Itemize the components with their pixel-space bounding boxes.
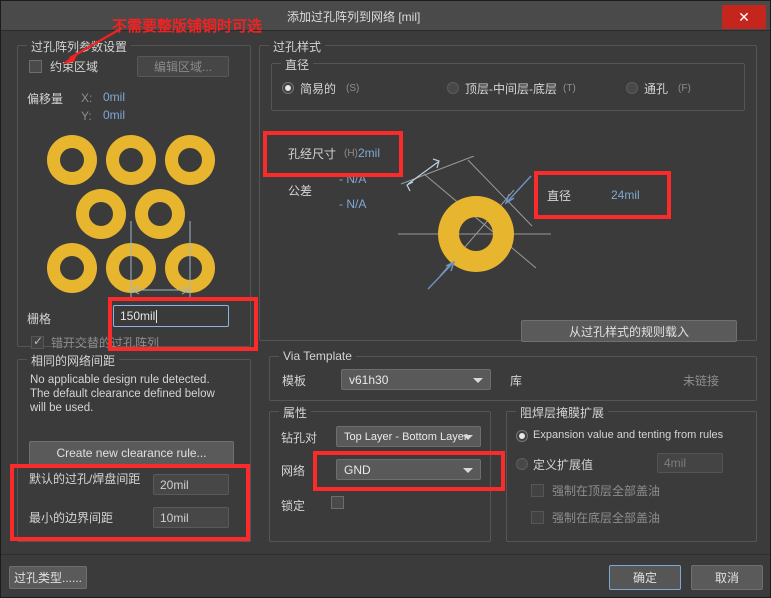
default-via-pad-clearance-label: 默认的过孔/焊盘间距 xyxy=(29,472,141,486)
window-title: 添加过孔阵列到网络 [mil] xyxy=(287,10,421,24)
template-select[interactable]: v61h30 xyxy=(341,369,491,390)
offset-x-value[interactable]: 0mil xyxy=(103,90,125,104)
title-bar: 添加过孔阵列到网络 [mil] ✕ xyxy=(1,1,770,31)
offset-label: 偏移量 xyxy=(27,92,64,106)
min-border-clearance-label: 最小的边界间距 xyxy=(29,511,114,525)
force-top-tenting-label: 强制在顶层全部盖油 xyxy=(552,484,661,498)
diameter-value[interactable]: 24mil xyxy=(611,188,640,202)
constraint-area-checkbox[interactable] xyxy=(29,60,42,73)
net-select-value: GND xyxy=(344,462,371,477)
template-select-value: v61h30 xyxy=(349,372,389,387)
offset-x-label: X: xyxy=(81,91,93,105)
hole-size-label: 孔经尺寸 xyxy=(288,147,337,161)
stagger-label: 错开交替的过孔阵列 xyxy=(51,336,160,350)
template-label: 模板 xyxy=(282,374,307,388)
load-from-via-rules-button[interactable]: 从过孔样式的规则载入 xyxy=(521,320,737,342)
net-label: 网络 xyxy=(281,464,306,478)
constraint-area-label: 约束区域 xyxy=(50,60,99,74)
diameter-mode-title: 直径 xyxy=(281,56,314,73)
drill-pair-select-value: Top Layer - Bottom Layer xyxy=(344,430,468,443)
radio-top-mid-bottom-accel: (T) xyxy=(563,83,576,94)
via-array-params-title: 过孔阵列参数设置 xyxy=(27,38,132,55)
radio-through-hole-accel: (F) xyxy=(678,83,691,94)
solder-mask-title: 阻焊层掩膜扩展 xyxy=(516,404,609,421)
net-select[interactable]: GND xyxy=(336,459,481,480)
radio-top-mid-bottom-label: 顶层-中间层-底层 xyxy=(465,82,557,96)
offset-y-label: Y: xyxy=(81,109,92,123)
grid-input-value: 150mil xyxy=(120,309,156,323)
force-bottom-tenting-checkbox[interactable] xyxy=(531,511,544,524)
custom-expansion-input[interactable]: 4mil xyxy=(657,453,723,473)
grid-input[interactable]: 150mil xyxy=(113,305,229,327)
radio-through-hole[interactable] xyxy=(626,82,638,94)
via-style-title: 过孔样式 xyxy=(269,38,326,55)
via-types-button[interactable]: 过孔类型...... xyxy=(9,566,87,589)
stagger-checkbox[interactable] xyxy=(31,334,44,349)
close-icon[interactable]: ✕ xyxy=(722,5,766,29)
properties-title: 属性 xyxy=(279,404,312,421)
via-template-title: Via Template xyxy=(279,349,356,363)
same-net-clearance-title: 相同的网络间距 xyxy=(27,352,120,369)
tolerance-minus-value[interactable]: - N/A xyxy=(339,197,366,211)
library-value: 未链接 xyxy=(683,374,720,388)
chevron-down-icon xyxy=(463,434,473,440)
default-via-pad-clearance-value[interactable]: 20mil xyxy=(153,474,229,495)
diameter-label: 直径 xyxy=(547,189,572,203)
chevron-down-icon xyxy=(473,377,483,383)
footer-divider xyxy=(1,554,770,555)
force-bottom-tenting-label: 强制在底层全部盖油 xyxy=(552,511,661,525)
locked-checkbox[interactable] xyxy=(331,496,344,509)
cancel-button[interactable]: 取消 xyxy=(691,565,763,590)
radio-custom-expansion[interactable] xyxy=(516,458,528,470)
radio-simple-label: 简易的 xyxy=(300,82,337,96)
locked-label: 锁定 xyxy=(281,499,306,513)
edit-area-button[interactable]: 编辑区域... xyxy=(137,56,229,77)
grid-label: 栅格 xyxy=(27,312,52,326)
force-top-tenting-checkbox[interactable] xyxy=(531,484,544,497)
radio-expansion-from-rules[interactable] xyxy=(516,430,528,442)
clearance-message-line2: The default clearance defined below xyxy=(30,388,215,400)
hole-size-value[interactable]: 2mil xyxy=(358,146,380,160)
radio-custom-expansion-label: 定义扩展值 xyxy=(533,458,594,472)
drill-pair-label: 钻孔对 xyxy=(281,431,318,445)
ok-button[interactable]: 确定 xyxy=(609,565,681,590)
radio-top-mid-bottom[interactable] xyxy=(447,82,459,94)
radio-expansion-from-rules-label: Expansion value and tenting from rules xyxy=(533,429,724,441)
create-clearance-rule-button[interactable]: Create new clearance rule... xyxy=(29,441,234,465)
radio-simple-accel: (S) xyxy=(346,83,360,94)
min-border-clearance-value[interactable]: 10mil xyxy=(153,507,229,528)
clearance-message-line3: will be used. xyxy=(30,402,94,414)
add-via-array-dialog: 添加过孔阵列到网络 [mil] ✕ 过孔阵列参数设置 约束区域 编辑区域... … xyxy=(0,0,771,598)
chevron-down-icon xyxy=(463,467,473,473)
radio-simple[interactable] xyxy=(282,82,294,94)
library-label: 库 xyxy=(510,374,523,388)
offset-y-value[interactable]: 0mil xyxy=(103,108,125,122)
drill-pair-select[interactable]: Top Layer - Bottom Layer xyxy=(336,426,481,447)
tolerance-plus-value[interactable]: - N/A xyxy=(339,172,366,186)
tolerance-label: 公差 xyxy=(288,184,313,198)
hole-size-accel: (H) xyxy=(344,148,358,159)
clearance-message-line1: No applicable design rule detected. xyxy=(30,374,210,386)
radio-through-hole-label: 通孔 xyxy=(644,82,669,96)
